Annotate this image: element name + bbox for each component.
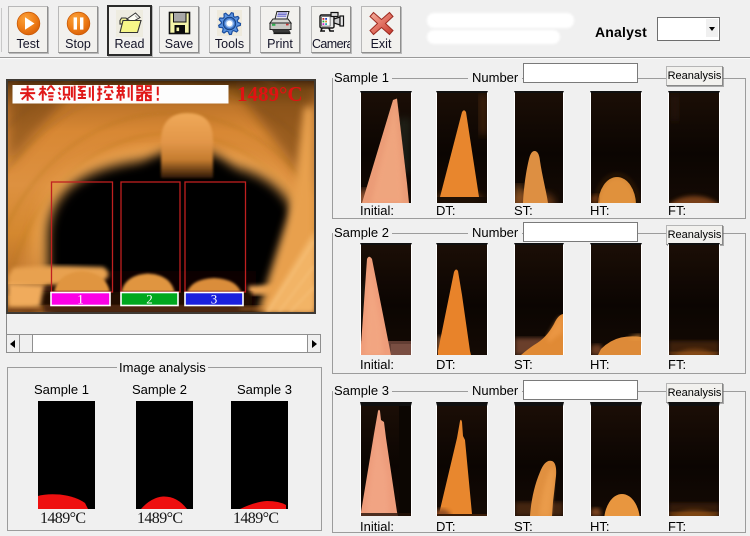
svg-text:2: 2 bbox=[146, 292, 153, 307]
svg-text:3: 3 bbox=[211, 292, 218, 307]
svg-text:1489°C: 1489°C bbox=[237, 82, 303, 106]
svg-text:1: 1 bbox=[77, 292, 84, 307]
